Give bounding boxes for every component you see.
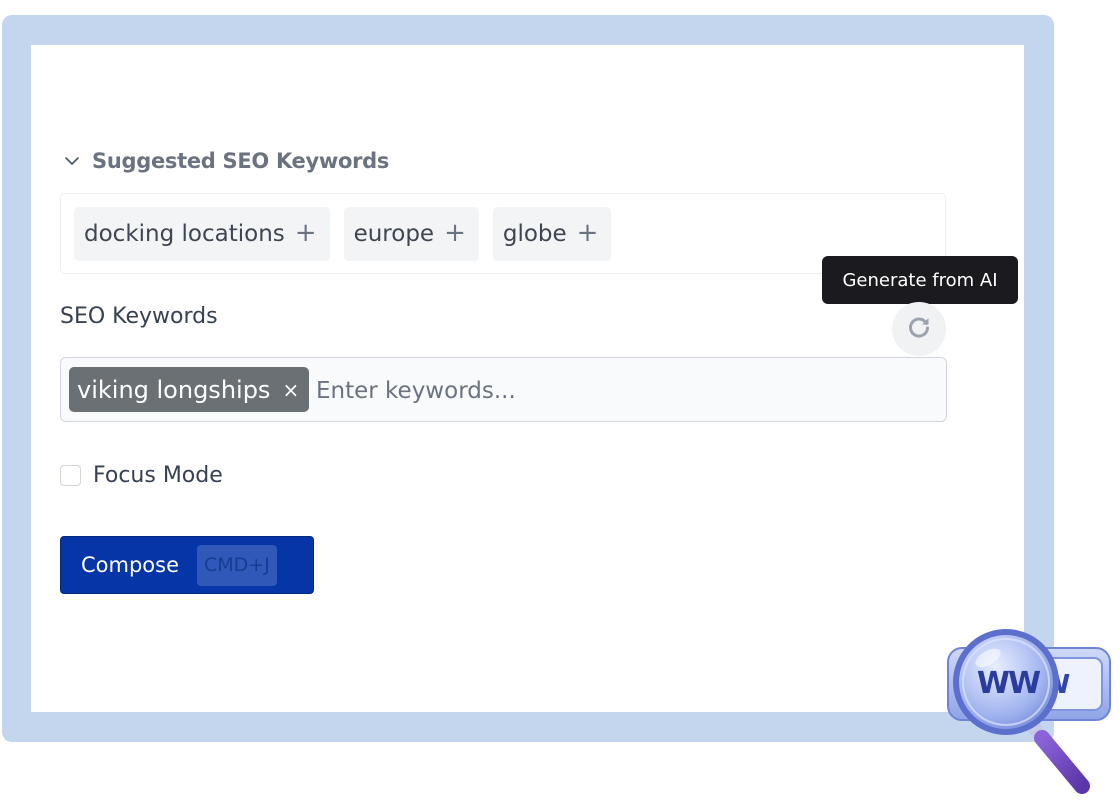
plus-icon: + xyxy=(444,218,466,248)
suggested-keywords-toggle[interactable]: Suggested SEO Keywords xyxy=(62,146,389,176)
chip-label: europe xyxy=(353,221,435,247)
generate-tooltip: Generate from AI xyxy=(822,256,1018,312)
shortcut-badge: CMD+J xyxy=(197,544,277,586)
keyword-tag: viking longships × xyxy=(69,367,310,412)
suggested-keyword-list: docking locations + europe + globe + xyxy=(74,207,612,261)
compose-label: Compose xyxy=(81,553,180,577)
keyword-input[interactable] xyxy=(316,370,916,412)
svg-text:WW: WW xyxy=(977,666,1041,701)
focus-mode-checkbox[interactable] xyxy=(60,465,81,486)
seo-keywords-label: SEO Keywords xyxy=(60,304,218,329)
suggested-keyword-chip[interactable]: globe + xyxy=(492,207,612,261)
suggested-keyword-chip[interactable]: europe + xyxy=(343,207,479,261)
suggested-keyword-chip[interactable]: docking locations + xyxy=(74,207,330,261)
refresh-icon xyxy=(905,313,933,345)
plus-icon: + xyxy=(294,218,317,248)
compose-button[interactable]: Compose CMD+J xyxy=(60,536,314,594)
generate-from-ai-button[interactable] xyxy=(892,302,946,356)
keyword-tag-label: viking longships xyxy=(77,375,271,404)
remove-keyword-button[interactable]: × xyxy=(282,378,299,402)
focus-mode-option[interactable]: Focus Mode xyxy=(60,463,223,488)
chip-label: globe xyxy=(502,221,567,247)
www-magnifier-illustration: W WW xyxy=(944,626,1114,796)
suggested-keywords-title: Suggested SEO Keywords xyxy=(92,149,390,173)
plus-icon: + xyxy=(576,218,599,248)
chevron-down-icon xyxy=(62,151,82,171)
chip-label: docking locations xyxy=(84,221,285,247)
focus-mode-label: Focus Mode xyxy=(93,463,223,488)
